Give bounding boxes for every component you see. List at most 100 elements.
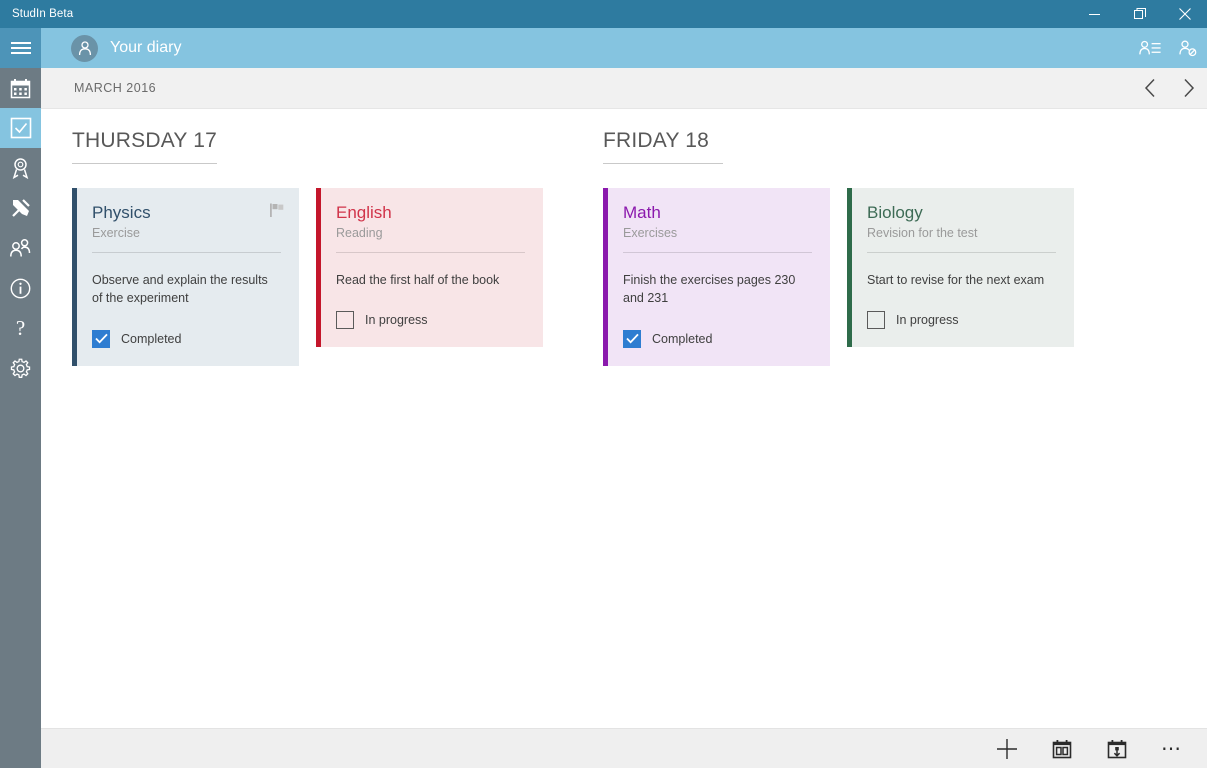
status-checkbox[interactable] (92, 329, 110, 348)
card-description: Finish the exercises pages 230 and 231 (623, 273, 796, 306)
restore-icon (1133, 8, 1146, 19)
people-icon (10, 239, 31, 257)
sidebar-item-help[interactable]: ? (0, 308, 41, 348)
checkbox-icon (10, 117, 31, 139)
app-title: StudIn Beta (12, 8, 74, 20)
card-type: Exercises (623, 226, 678, 241)
status-checkbox[interactable] (336, 311, 354, 330)
status-label: Completed (121, 331, 182, 346)
app-window: StudIn Beta ? Your diary MARCH 2016 THUR… (0, 0, 1207, 768)
card-subject: Biology (867, 203, 923, 222)
sidebar-item-classmates[interactable] (0, 228, 41, 268)
chevron-left-icon (1144, 78, 1155, 98)
flag-icon[interactable] (269, 202, 285, 223)
card-type: Reading (336, 226, 383, 241)
sidebar-item-grades[interactable] (0, 148, 41, 188)
card-description: Observe and explain the results of the e… (92, 273, 268, 306)
person-block-icon (1179, 40, 1197, 57)
card-accent-bar (316, 188, 321, 348)
sidebar-item-settings[interactable] (0, 348, 41, 388)
card-subject: Math (623, 203, 661, 222)
task-card-english[interactable]: English Reading Read the first half of t… (316, 188, 543, 348)
card-type: Revision for the test (867, 226, 978, 241)
status-checkbox[interactable] (867, 311, 885, 330)
card-divider (92, 252, 281, 254)
previous-period-button[interactable] (1131, 68, 1169, 109)
avatar[interactable] (71, 34, 98, 62)
sidebar-item-information[interactable] (0, 268, 41, 308)
card-description: Read the first half of the book (336, 273, 500, 288)
close-icon (1178, 8, 1191, 20)
card-status-row[interactable]: In progress (867, 311, 1056, 347)
content-column: Your diary MARCH 2016 THURSDAY 17 Physic… (41, 28, 1207, 768)
card-divider (867, 252, 1056, 254)
card-status-row[interactable]: Completed (623, 329, 812, 366)
task-card-math[interactable]: Math Exercises Finish the exercises page… (603, 188, 830, 366)
checkmark-icon (625, 333, 639, 344)
diary-board: THURSDAY 17 Physics Exercise Observe and… (41, 109, 1207, 728)
card-description: Start to revise for the next exam (867, 273, 1045, 288)
day-columns: THURSDAY 17 Physics Exercise Observe and… (41, 109, 1207, 366)
chevron-right-icon (1183, 78, 1194, 98)
today-view-button[interactable] (1089, 729, 1144, 768)
calendar-today-icon (1107, 739, 1126, 758)
sidebar: ? (0, 28, 41, 768)
add-task-button[interactable] (979, 729, 1034, 768)
title-bar: StudIn Beta (0, 0, 1207, 28)
task-card-biology[interactable]: Biology Revision for the test Start to r… (847, 188, 1074, 348)
card-subject: English (336, 203, 392, 222)
sidebar-item-diary[interactable] (0, 108, 41, 148)
card-status-row[interactable]: Completed (92, 329, 281, 366)
hamburger-menu-button[interactable] (0, 28, 41, 68)
info-icon (10, 278, 31, 298)
task-card-physics[interactable]: Physics Exercise Observe and explain the… (72, 188, 299, 366)
card-status-row[interactable]: In progress (336, 311, 525, 347)
person-icon (78, 41, 91, 56)
page-title: Your diary (110, 39, 182, 56)
hamburger-icon (10, 42, 31, 54)
checkmark-icon (94, 333, 108, 344)
month-label: MARCH 2016 (74, 81, 157, 95)
tools-icon (11, 199, 30, 217)
next-period-button[interactable] (1169, 68, 1207, 109)
plus-icon (996, 738, 1017, 759)
award-icon (12, 158, 29, 179)
calendar-week-icon (1052, 739, 1071, 758)
maximize-button[interactable] (1117, 0, 1162, 28)
day-column-friday: FRIDAY 18 Math Exercises Finish the exer… (603, 129, 1165, 366)
card-type: Exercise (92, 226, 140, 241)
card-list: Math Exercises Finish the exercises page… (603, 188, 1165, 366)
card-list: Physics Exercise Observe and explain the… (72, 188, 603, 366)
close-button[interactable] (1162, 0, 1207, 28)
more-options-button[interactable]: ⋯ (1144, 729, 1199, 768)
sidebar-item-tools[interactable] (0, 188, 41, 228)
day-title: FRIDAY 18 (603, 129, 723, 164)
status-checkbox[interactable] (623, 329, 641, 348)
help-icon: ? (15, 315, 26, 340)
status-label: Completed (652, 331, 713, 346)
minimize-button[interactable] (1072, 0, 1117, 28)
status-label: In progress (896, 313, 959, 328)
card-accent-bar (72, 188, 77, 366)
contacts-button[interactable] (1131, 28, 1169, 68)
day-column-thursday: THURSDAY 17 Physics Exercise Observe and… (41, 129, 603, 366)
card-divider (623, 252, 812, 254)
calendar-icon (10, 78, 31, 98)
app-header: Your diary (41, 28, 1207, 68)
card-accent-bar (847, 188, 852, 348)
day-title: THURSDAY 17 (72, 129, 217, 164)
contact-list-icon (1139, 40, 1161, 55)
month-bar: MARCH 2016 (41, 68, 1207, 109)
account-button[interactable] (1169, 28, 1207, 68)
card-divider (336, 252, 525, 254)
card-accent-bar (603, 188, 608, 366)
week-view-button[interactable] (1034, 729, 1089, 768)
status-label: In progress (365, 313, 428, 328)
body-row: ? Your diary MARCH 2016 THURSDAY 17 Phys… (0, 28, 1207, 768)
sidebar-item-calendar[interactable] (0, 68, 41, 108)
more-icon: ⋯ (1161, 737, 1182, 760)
gear-icon (10, 358, 31, 378)
minimize-icon (1089, 13, 1100, 15)
card-subject: Physics (92, 203, 151, 222)
bottom-app-bar: ⋯ (41, 728, 1207, 768)
